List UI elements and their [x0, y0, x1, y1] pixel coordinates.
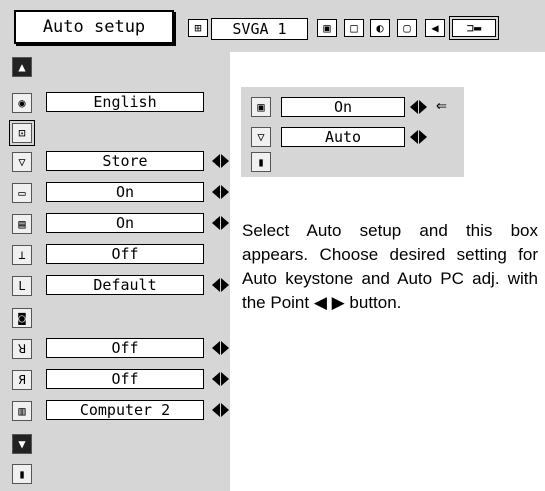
- left-arrow-icon: [212, 278, 220, 292]
- menu-title: Auto setup: [14, 10, 174, 44]
- left-arrow-icon: [212, 403, 220, 417]
- image-icon[interactable]: ◐: [370, 19, 390, 37]
- auto-pc-adj-icon[interactable]: ▣: [251, 97, 271, 117]
- ceiling-mirror-icon[interactable]: ꓤ: [12, 339, 32, 359]
- setting-menu: [0, 52, 230, 491]
- scroll-down-icon[interactable]: ▼: [12, 434, 32, 454]
- language-icon[interactable]: ◉: [12, 93, 32, 113]
- language-value[interactable]: English: [46, 92, 204, 112]
- screen-icon[interactable]: □: [344, 19, 364, 37]
- capture-icon[interactable]: ◙: [12, 308, 32, 328]
- keystone-icon[interactable]: ▽: [12, 152, 32, 172]
- display-icon[interactable]: ▤: [12, 214, 32, 234]
- keystone-value[interactable]: Store: [46, 151, 204, 171]
- auto-keystone-icon[interactable]: ▽: [251, 127, 271, 147]
- right-arrow-icon: [419, 100, 427, 114]
- auto-keystone-arrows[interactable]: [410, 129, 428, 145]
- blue-back-value[interactable]: On: [46, 182, 204, 202]
- left-arrow-icon: [212, 372, 220, 386]
- right-arrow-icon: [221, 185, 229, 199]
- display-icon[interactable]: ▣: [317, 19, 337, 37]
- display-value[interactable]: On: [46, 213, 204, 233]
- ceiling-mirror-arrows[interactable]: [212, 340, 230, 356]
- logo-icon[interactable]: L: [12, 276, 32, 296]
- ceiling-value[interactable]: Off: [46, 244, 204, 264]
- auto-setup-icon[interactable]: ⊡: [9, 120, 35, 146]
- right-arrow-icon: [221, 278, 229, 292]
- terminal-icon[interactable]: ▥: [12, 401, 32, 421]
- input-icon[interactable]: ⊞: [188, 19, 208, 37]
- left-arrow-icon: [410, 100, 418, 114]
- right-arrow-icon: [221, 154, 229, 168]
- right-arrow-icon: [221, 403, 229, 417]
- blue-back-arrows[interactable]: [212, 184, 230, 200]
- source-label: SVGA 1: [211, 18, 308, 40]
- right-arrow-icon: [221, 216, 229, 230]
- display-arrows[interactable]: [212, 215, 230, 231]
- sound-icon[interactable]: ◀: [425, 19, 445, 37]
- right-arrow-icon: [419, 130, 427, 144]
- rear-value[interactable]: Off: [46, 369, 204, 389]
- exit-icon[interactable]: ▮: [12, 464, 32, 484]
- setting-icon[interactable]: ▢: [397, 19, 417, 37]
- keystone-arrows[interactable]: [212, 153, 230, 169]
- ceiling-icon[interactable]: ⊥: [12, 245, 32, 265]
- submenu-exit-icon[interactable]: ▮: [251, 152, 271, 172]
- scroll-up-icon[interactable]: ▲: [12, 57, 32, 77]
- left-arrow-icon: [212, 341, 220, 355]
- logo-arrows[interactable]: [212, 277, 230, 293]
- description-text: Select Auto setup and this box appears. …: [242, 221, 538, 312]
- blue-back-icon[interactable]: ▭: [12, 183, 32, 203]
- logo-value[interactable]: Default: [46, 275, 204, 295]
- terminal-arrows[interactable]: [212, 402, 230, 418]
- left-arrow-icon: [410, 130, 418, 144]
- ceiling-mirror-value[interactable]: Off: [46, 338, 204, 358]
- pointer-arrow-icon: ⇐: [436, 95, 447, 116]
- right-arrow-icon: [221, 341, 229, 355]
- auto-pc-adj-value[interactable]: On: [281, 97, 405, 117]
- auto-keystone-value[interactable]: Auto: [281, 127, 405, 147]
- left-arrow-icon: [212, 154, 220, 168]
- auto-pc-adj-arrows[interactable]: [410, 99, 428, 115]
- left-arrow-icon: [212, 185, 220, 199]
- left-arrow-icon: [212, 216, 220, 230]
- right-arrow-icon: [221, 372, 229, 386]
- rear-icon[interactable]: Я: [12, 370, 32, 390]
- rear-arrows[interactable]: [212, 371, 230, 387]
- menu-bar: Auto setup ⊞ SVGA 1 ▣ □ ◐ ▢ ◀ ⊐▬: [0, 0, 545, 52]
- terminal-value[interactable]: Computer 2: [46, 400, 204, 420]
- menu-close-icon[interactable]: ⊐▬: [449, 16, 499, 40]
